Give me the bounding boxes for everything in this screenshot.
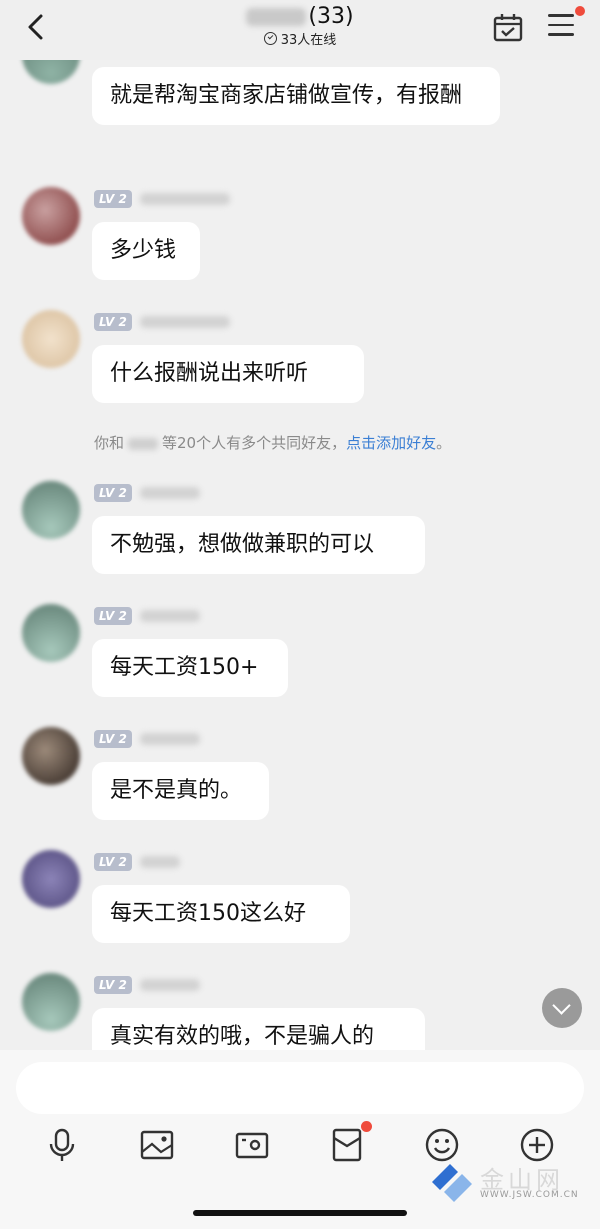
- image-icon[interactable]: [139, 1127, 175, 1163]
- sender-meta: LV 2: [94, 188, 230, 208]
- menu-icon[interactable]: [548, 14, 576, 40]
- avatar[interactable]: [22, 727, 80, 785]
- notice-suffix: 。: [436, 434, 452, 452]
- blurred-group-name: [246, 8, 307, 26]
- blurred-sender-name: [139, 609, 200, 622]
- avatar[interactable]: [22, 973, 80, 1031]
- add-friend-link[interactable]: 点击添加好友: [346, 434, 436, 452]
- level-badge: LV 2: [94, 606, 132, 625]
- avatar[interactable]: [22, 850, 80, 908]
- online-icon: [263, 32, 277, 45]
- message-bubble[interactable]: 不勉强，想做做兼职的可以: [92, 516, 425, 574]
- message-bubble[interactable]: 什么报酬说出来听听: [92, 345, 364, 403]
- blurred-sender-name: [139, 732, 200, 745]
- level-badge: LV 2: [94, 729, 132, 748]
- sender-meta: LV 2: [94, 974, 200, 994]
- avatar[interactable]: [22, 481, 80, 539]
- watermark: 金山网 WWW.JSW.COM.CN: [428, 1156, 598, 1204]
- common-friends-notice: 你和 等20个人有多个共同好友，点击添加好友。: [94, 432, 451, 453]
- avatar[interactable]: [22, 187, 80, 245]
- blurred-sender-name: [139, 192, 230, 205]
- message-bubble[interactable]: 是不是真的。: [92, 762, 269, 820]
- message-bubble[interactable]: 就是帮淘宝商家店铺做宣传，有报酬: [92, 67, 500, 125]
- level-badge: LV 2: [94, 852, 132, 871]
- camera-icon[interactable]: [234, 1127, 270, 1163]
- blurred-sender-name: [139, 855, 180, 868]
- watermark-url: WWW.JSW.COM.CN: [480, 1190, 579, 1200]
- level-badge: LV 2: [94, 483, 132, 502]
- home-indicator: [193, 1210, 407, 1216]
- sender-meta: LV 2: [94, 482, 200, 502]
- blurred-sender-name: [139, 486, 200, 499]
- chat-header: (33) 33人在线: [0, 0, 600, 60]
- avatar[interactable]: [22, 604, 80, 662]
- sender-meta: LV 2: [94, 311, 230, 331]
- message-bubble[interactable]: 每天工资150+: [92, 639, 288, 697]
- level-badge: LV 2: [94, 975, 132, 994]
- blurred-sender-name: [139, 315, 230, 328]
- red-packet-badge: [361, 1121, 372, 1132]
- blurred-sender-name: [139, 978, 200, 991]
- message-input[interactable]: [16, 1062, 584, 1114]
- blurred-name: [128, 437, 159, 450]
- level-badge: LV 2: [94, 189, 132, 208]
- message-bubble[interactable]: 真实有效的哦，不是骗人的: [92, 1008, 425, 1050]
- scroll-down-button[interactable]: [542, 988, 582, 1028]
- menu-notification-dot: [575, 6, 585, 16]
- message-bubble[interactable]: 每天工资150这么好: [92, 885, 350, 943]
- red-packet-icon[interactable]: [329, 1127, 365, 1163]
- sender-meta: LV 2: [94, 605, 200, 625]
- sender-meta: LV 2: [94, 851, 180, 871]
- avatar[interactable]: [22, 310, 80, 368]
- online-status-text: 33人在线: [280, 33, 337, 48]
- microphone-icon[interactable]: [44, 1127, 80, 1163]
- watermark-logo-icon: [432, 1164, 472, 1202]
- calendar-check-icon[interactable]: [493, 13, 523, 43]
- level-badge: LV 2: [94, 312, 132, 331]
- notice-text: 等20个人有多个共同好友，: [162, 434, 347, 452]
- sender-meta: LV 2: [94, 728, 200, 748]
- notice-prefix: 你和: [94, 434, 125, 452]
- message-bubble[interactable]: 多少钱: [92, 222, 200, 280]
- message-list[interactable]: 就是帮淘宝商家店铺做宣传，有报酬 LV 2 多少钱 LV 2 什么报酬说出来听听…: [0, 40, 600, 1050]
- member-count: (33): [308, 4, 354, 29]
